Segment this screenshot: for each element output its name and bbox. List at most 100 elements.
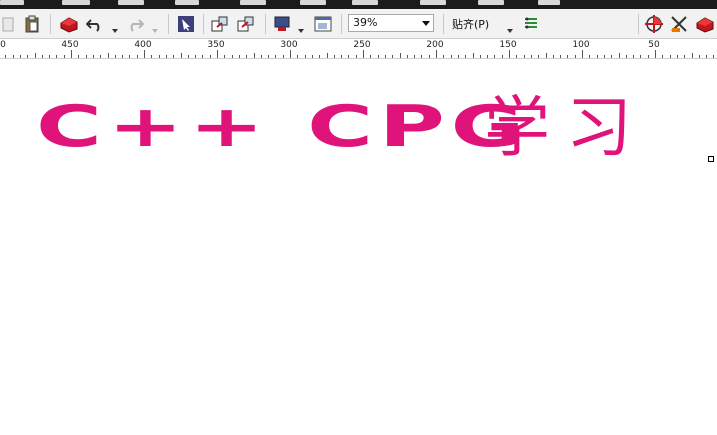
ruler-tick <box>406 55 408 58</box>
ruler-tick <box>421 55 423 58</box>
ruler-label: 300 <box>280 40 298 50</box>
ruler-tick <box>633 55 635 58</box>
ruler-tick <box>589 55 591 58</box>
ruler-tick <box>457 55 459 58</box>
ruler-tick <box>333 55 335 58</box>
ruler-tick <box>165 55 167 58</box>
ruler-tick <box>691 53 693 58</box>
options-icon[interactable] <box>522 13 540 35</box>
red-box-icon[interactable] <box>694 13 716 35</box>
ruler-tick <box>348 55 350 58</box>
ruler-tick <box>260 55 262 58</box>
ruler-tick <box>669 55 671 58</box>
ruler-tick <box>158 55 160 58</box>
headline-text-object[interactable]: C++ CPG <box>36 98 530 155</box>
ruler-label: 250 <box>353 40 371 50</box>
ruler-tick <box>195 55 197 58</box>
export-icon[interactable] <box>235 13 257 35</box>
ruler-tick <box>472 53 474 58</box>
ruler-tick <box>78 55 80 58</box>
ruler-tick <box>114 55 116 58</box>
zoom-level-select[interactable]: 39% <box>348 14 434 32</box>
chevron-down-icon <box>422 21 430 26</box>
ruler-tick <box>224 55 226 58</box>
ruler-tick <box>63 55 65 58</box>
ruler-tick <box>209 55 211 58</box>
ruler-tick <box>238 55 240 58</box>
ruler-label: 0 <box>0 40 6 50</box>
undo-dropdown-icon[interactable] <box>112 29 118 33</box>
ruler-tick <box>501 55 503 58</box>
selection-handle[interactable] <box>708 156 714 162</box>
ruler-tick <box>392 55 394 58</box>
ruler-tick <box>326 53 328 58</box>
ruler-tick <box>217 50 218 58</box>
ruler-tick <box>487 55 489 58</box>
ruler-tick <box>12 55 14 58</box>
ruler-tick <box>567 55 569 58</box>
ruler-tick <box>428 55 430 58</box>
snap-to-button[interactable]: 贴齐(P) <box>452 16 489 32</box>
ruler-tick <box>34 53 36 58</box>
ruler-tick <box>144 50 145 58</box>
ruler-tick <box>552 55 554 58</box>
ruler-tick <box>618 53 620 58</box>
new-page-icon[interactable] <box>0 13 16 35</box>
ruler-tick <box>246 55 248 58</box>
ruler-label: 150 <box>499 40 517 50</box>
chinese-text-object[interactable]: 学习 <box>484 93 648 163</box>
ruler-tick <box>231 55 233 58</box>
ruler-tick <box>698 55 700 58</box>
transform-icon[interactable] <box>643 13 665 35</box>
ruler-tick <box>370 55 372 58</box>
ruler-tick <box>49 55 51 58</box>
ruler-tick <box>706 55 708 58</box>
ruler-tick <box>5 55 7 58</box>
ruler-tick <box>136 55 138 58</box>
ruler-tick <box>27 55 29 58</box>
ruler-tick <box>311 55 313 58</box>
ruler-tick <box>355 55 357 58</box>
ruler-tick <box>523 55 525 58</box>
ruler-label: 350 <box>207 40 225 50</box>
ruler-tick <box>662 55 664 58</box>
ruler-tick <box>611 55 613 58</box>
ruler-tick <box>173 55 175 58</box>
ruler-tick <box>603 55 605 58</box>
menu-bar[interactable] <box>0 0 717 9</box>
ruler-tick <box>436 50 437 58</box>
ruler-tick <box>71 50 72 58</box>
standard-toolbar: 39% 贴齐(P) <box>0 9 717 39</box>
undo-icon[interactable] <box>84 13 106 35</box>
ruler-tick <box>122 55 124 58</box>
ruler-tick <box>100 55 102 58</box>
publish-dropdown-icon[interactable] <box>298 29 304 33</box>
redo-dropdown-icon[interactable] <box>152 29 158 33</box>
publish-icon[interactable] <box>272 13 292 35</box>
ruler-tick <box>319 55 321 58</box>
ruler-tick <box>538 55 540 58</box>
ruler-tick <box>530 55 532 58</box>
ruler-tick <box>290 50 291 58</box>
app-launcher-icon[interactable] <box>312 13 334 35</box>
import-icon[interactable] <box>209 13 231 35</box>
ruler-tick <box>19 55 21 58</box>
ruler-label: 50 <box>648 40 660 50</box>
ruler-tick <box>56 55 58 58</box>
redo-icon[interactable] <box>124 13 146 35</box>
align-icon[interactable] <box>668 13 690 35</box>
pick-tool-icon[interactable] <box>175 13 197 35</box>
ruler-tick <box>129 55 131 58</box>
snap-dropdown-icon[interactable] <box>507 29 513 33</box>
ruler-tick <box>647 55 649 58</box>
ruler-label: 100 <box>572 40 590 50</box>
ruler-tick <box>465 55 467 58</box>
ruler-tick <box>676 55 678 58</box>
ruler-tick <box>107 53 109 58</box>
paste-icon[interactable] <box>22 13 42 35</box>
ruler-tick <box>341 55 343 58</box>
horizontal-ruler[interactable]: 0 450 400 350 300 250 200 150 100 50 <box>0 39 717 59</box>
cut-red-icon[interactable] <box>58 13 80 35</box>
ruler-tick <box>275 55 277 58</box>
ruler-tick <box>494 55 496 58</box>
